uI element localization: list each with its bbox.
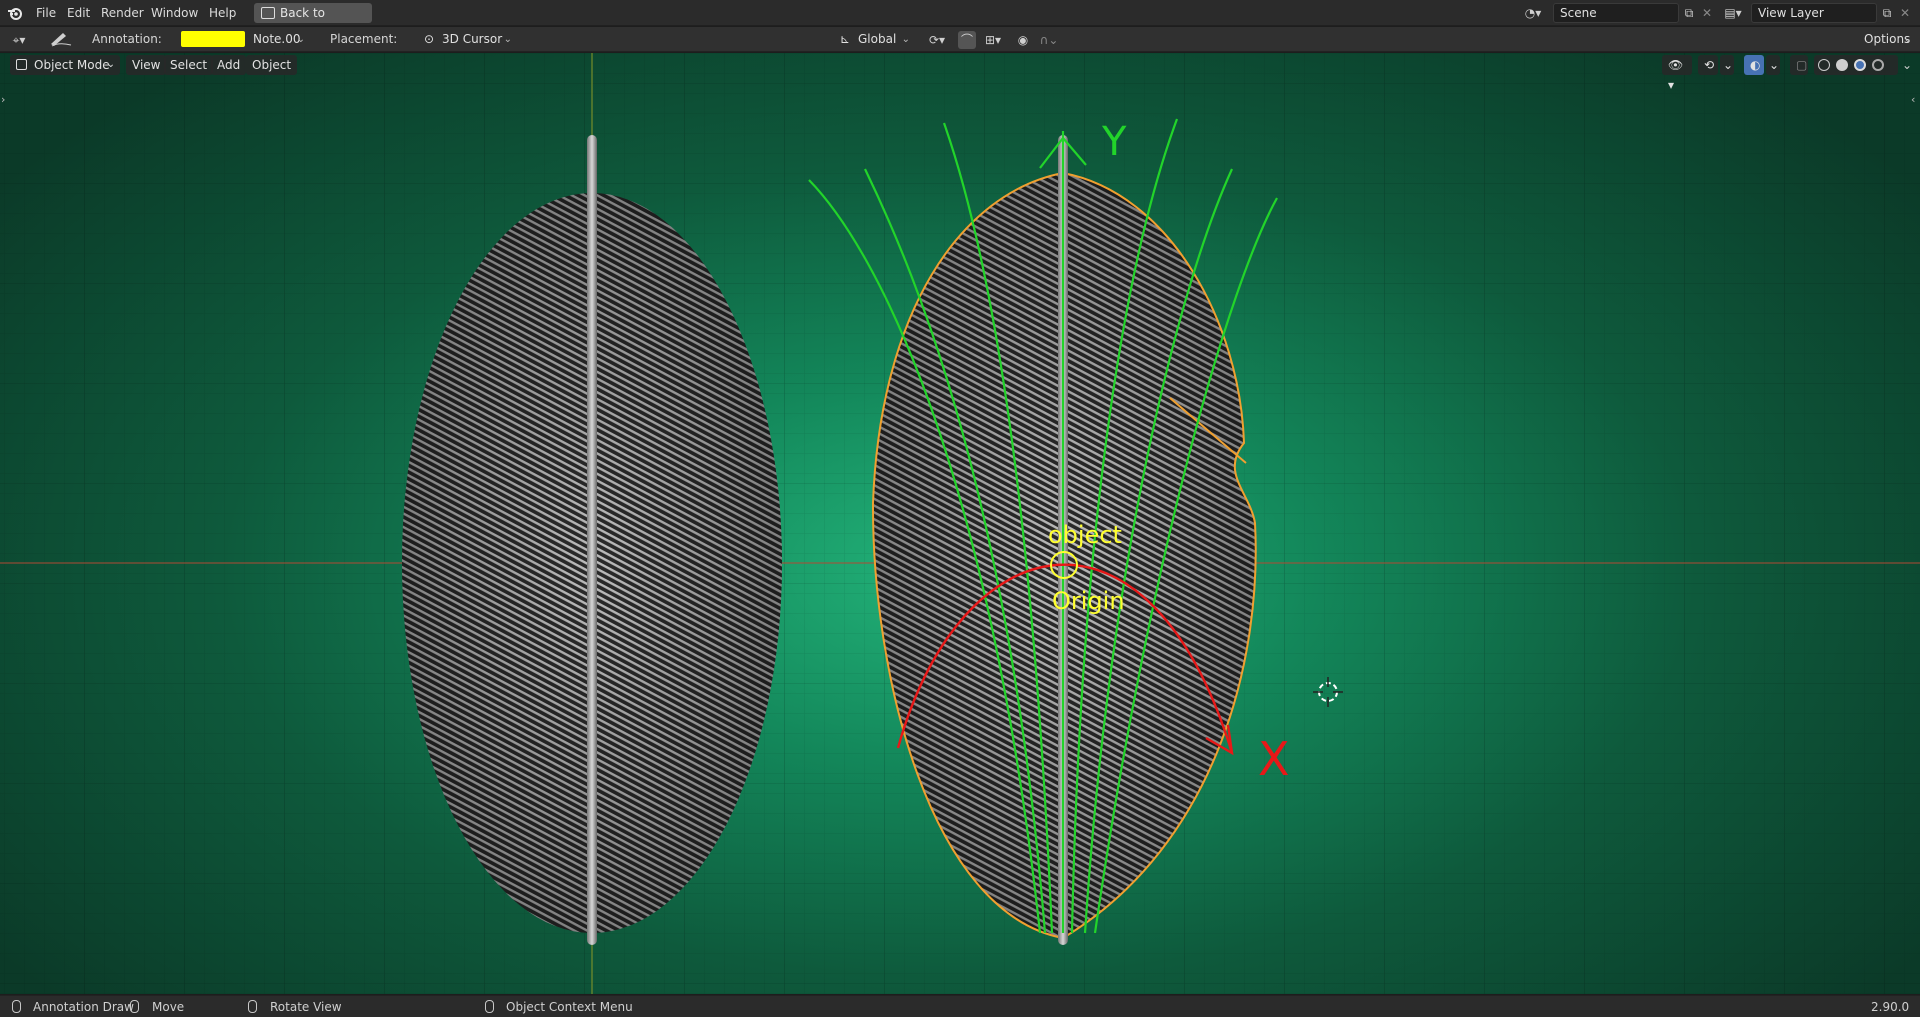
back-to-previous-button[interactable]: Back to Previous: [254, 3, 372, 40]
transform-orientation-dropdown[interactable]: ⊾ Global ⌄: [836, 30, 914, 49]
chevron-down-icon: ⌄: [296, 34, 305, 45]
menu-view[interactable]: View: [126, 55, 167, 75]
annotation-color-swatch[interactable]: [181, 31, 245, 47]
options-dropdown[interactable]: Options ⌄: [1860, 30, 1916, 49]
menu-window[interactable]: Window: [145, 4, 204, 22]
material-preview-shading-icon[interactable]: [1854, 59, 1866, 71]
annotation-label: Annotation:: [92, 32, 162, 46]
menu-file[interactable]: File: [30, 4, 62, 22]
object-mode-icon: [16, 59, 27, 70]
x-axis-label: X: [1258, 732, 1290, 786]
mouse-middle-icon: [130, 1000, 139, 1013]
origin-text-origin: Origin: [1052, 587, 1125, 615]
shading-dropdown-icon[interactable]: ⌄: [1898, 56, 1916, 74]
object-mode-dropdown[interactable]: Object Mode ⌄: [10, 55, 120, 75]
y-axis-label: Y: [1101, 119, 1127, 165]
pivot-point-icon[interactable]: ⟳▾: [922, 31, 952, 49]
orientation-icon: ⊾: [840, 32, 851, 46]
mouse-middle-icon: [248, 1000, 257, 1013]
placement-dropdown[interactable]: ⊙ 3D Cursor ⌄: [420, 30, 516, 49]
cursor-placement-icon: ⊙: [424, 32, 435, 46]
menu-render[interactable]: Render: [95, 4, 150, 22]
status-move: Move: [152, 1000, 185, 1014]
status-bar: Annotation Draw Move Rotate View Object …: [0, 995, 1920, 1017]
mode-label: Object Mode: [34, 58, 110, 72]
gizmo-dropdown-icon[interactable]: ⌄: [1720, 55, 1734, 75]
status-annotation-draw: Annotation Draw: [33, 1000, 134, 1014]
proportional-editing-icon[interactable]: ◉: [1014, 31, 1032, 49]
chevron-down-icon: ⌄: [901, 34, 910, 45]
note-layer-dropdown[interactable]: Note.00 ⌄: [249, 30, 309, 49]
editor-type-icon[interactable]: ⌖▾: [10, 31, 28, 49]
chevron-down-icon: ⌄: [1903, 34, 1912, 45]
scene-selector-icon[interactable]: ◔▾: [1524, 4, 1542, 22]
origin-text-object: object: [1048, 521, 1122, 549]
delete-view-layer-icon[interactable]: ✕: [1896, 4, 1914, 22]
menu-object[interactable]: Object: [246, 55, 298, 75]
orientation-value: Global: [858, 32, 897, 46]
version-label: 2.90.0: [1871, 1000, 1910, 1014]
blender-logo-icon[interactable]: [7, 5, 23, 21]
screen-icon: [261, 7, 275, 19]
solid-shading-icon[interactable]: [1836, 59, 1848, 71]
scene-field[interactable]: Scene: [1553, 3, 1679, 23]
delete-scene-icon[interactable]: ✕: [1698, 4, 1716, 22]
new-view-layer-icon[interactable]: ⧉: [1878, 4, 1896, 22]
view-layer-field[interactable]: View Layer: [1751, 3, 1877, 23]
toolbar-expand-icon[interactable]: ›: [1, 93, 5, 106]
viewport-canvas: X Y object Origin › ‹: [0, 53, 1920, 994]
top-menu-bar: File Edit Render Window Help Back to Pre…: [0, 0, 1920, 40]
mouse-right-icon: [485, 1000, 494, 1013]
snap-icon[interactable]: ⌒: [958, 31, 976, 49]
rendered-shading-icon[interactable]: [1872, 59, 1884, 71]
shading-mode-group: [1814, 55, 1898, 75]
wireframe-shading-icon[interactable]: [1818, 59, 1830, 71]
view-layer-selector-icon[interactable]: ▤▾: [1724, 4, 1742, 22]
menu-help[interactable]: Help: [203, 4, 242, 22]
sidebar-expand-icon[interactable]: ‹: [1911, 93, 1915, 106]
note-layer-value: Note.00: [253, 32, 301, 46]
placement-value: 3D Cursor: [442, 32, 503, 46]
overlays-dropdown-icon[interactable]: ⌄: [1766, 55, 1780, 75]
overlays-icon[interactable]: ◐: [1744, 55, 1764, 75]
placement-label: Placement:: [330, 32, 398, 46]
status-object-context-menu: Object Context Menu: [506, 1000, 633, 1014]
visibility-icon[interactable]: 👁▾: [1662, 55, 1692, 92]
tool-settings-header: ⌖▾ Annotation: Note.00 ⌄ Placement: ⊙ 3D …: [0, 27, 1920, 52]
annotate-tool-icon[interactable]: [48, 30, 74, 48]
viewport-header: Object Mode ⌄ View Select Add Object 👁▾ …: [0, 53, 1920, 92]
new-scene-icon[interactable]: ⧉: [1680, 4, 1698, 22]
menu-add[interactable]: Add: [211, 55, 247, 75]
gizmo-icon[interactable]: ⟲: [1698, 55, 1718, 75]
chevron-down-icon: ⌄: [106, 59, 115, 70]
mouse-left-icon: [12, 1000, 21, 1013]
xray-icon[interactable]: ▢: [1790, 55, 1808, 75]
menu-select[interactable]: Select: [164, 55, 214, 75]
falloff-icon[interactable]: ∩⌄: [1034, 31, 1064, 49]
snap-target-icon[interactable]: ⊞▾: [978, 31, 1008, 49]
menu-edit[interactable]: Edit: [61, 4, 96, 22]
status-rotate-view: Rotate View: [270, 1000, 342, 1014]
chevron-down-icon: ⌄: [503, 34, 512, 45]
3d-viewport[interactable]: X Y object Origin › ‹: [0, 53, 1920, 994]
